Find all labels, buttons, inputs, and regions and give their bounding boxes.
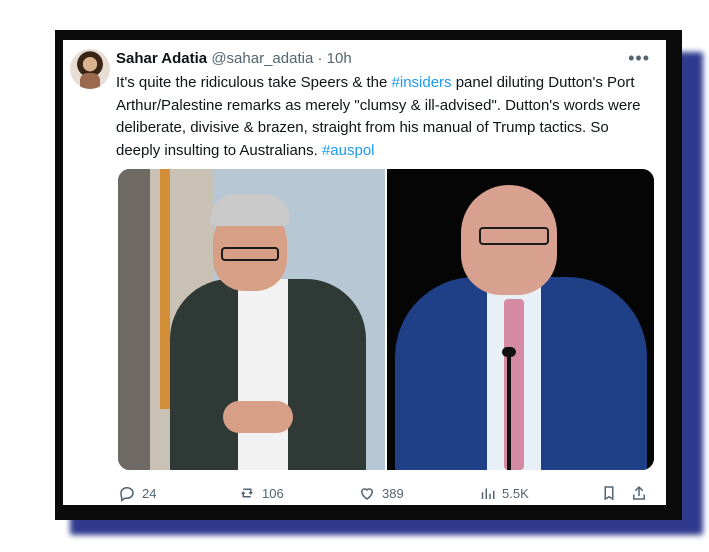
person-left-hair (210, 194, 290, 226)
reply-count: 24 (142, 485, 157, 501)
background-strip (160, 169, 170, 409)
share-button[interactable] (630, 482, 648, 504)
tweet-media[interactable] (118, 169, 654, 470)
tweet-text: It's quite the ridiculous take Speers & … (116, 72, 656, 162)
bookmark-button[interactable] (600, 482, 618, 504)
tweet-card[interactable]: Sahar Adatia @sahar_adatia · 10h ••• It'… (63, 40, 666, 505)
tweet-actions: 24 106 389 5.5K (118, 482, 658, 504)
like-count: 389 (382, 485, 404, 501)
bookmark-icon (604, 486, 614, 501)
hashtag-insiders[interactable]: #insiders (392, 74, 452, 91)
views-count: 5.5K (502, 485, 529, 501)
person-left-glasses (221, 247, 279, 261)
reply-icon (120, 486, 134, 502)
author-handle[interactable]: @sahar_adatia (211, 50, 313, 67)
meta-separator: · (317, 50, 323, 67)
person-left-hands (223, 401, 293, 433)
retweet-button[interactable]: 106 (238, 482, 284, 504)
author-name[interactable]: Sahar Adatia (116, 50, 207, 67)
like-icon (360, 488, 374, 500)
avatar[interactable] (70, 49, 110, 89)
tweet-text-part-1: It's quite the ridiculous take Speers & … (116, 74, 392, 91)
media-image-right[interactable] (387, 169, 654, 470)
media-image-left[interactable] (118, 169, 385, 470)
tweet-time[interactable]: 10h (327, 50, 352, 67)
retweet-count: 106 (262, 485, 284, 501)
hashtag-auspol[interactable]: #auspol (322, 142, 375, 159)
tweet-header: Sahar Adatia @sahar_adatia · 10h (116, 50, 666, 72)
person-left-shirt (238, 279, 288, 470)
views-icon (481, 488, 495, 499)
reply-button[interactable]: 24 (118, 482, 156, 504)
microphone-stand (507, 354, 511, 470)
retweet-icon (241, 488, 253, 498)
like-button[interactable]: 389 (358, 482, 404, 504)
share-icon (633, 485, 645, 500)
person-right-glasses (479, 227, 549, 245)
more-options-icon[interactable]: ••• (628, 48, 650, 69)
views-button[interactable]: 5.5K (478, 482, 529, 504)
